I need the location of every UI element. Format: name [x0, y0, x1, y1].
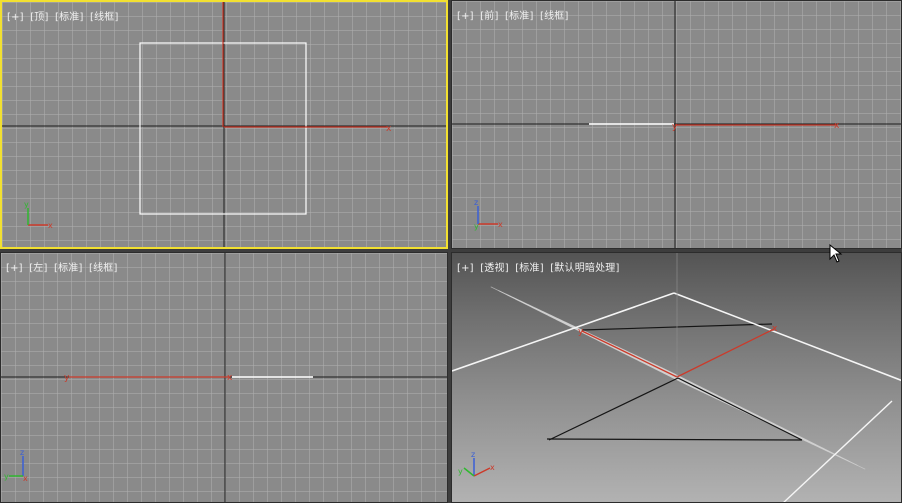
viewport-top[interactable]: [+] [顶] [标准] [线框] x x y: [0, 0, 448, 249]
svg-text:z: z: [471, 450, 475, 459]
viewport-perspective-canvas: x y z x y: [452, 253, 901, 502]
gizmo-y-label: y: [64, 373, 70, 383]
transform-gizmo-x-axis: [676, 328, 775, 378]
viewport-front[interactable]: [+] [前] [标准] [线框] y x x z y: [451, 0, 902, 249]
gizmo-x-label: x: [834, 121, 840, 131]
axis-tripod-icon: z x y: [458, 450, 495, 477]
gizmo-y-label: y: [578, 327, 584, 337]
transform-gizmo-y-axis: [581, 330, 678, 378]
viewport-front-canvas: y x x z y: [452, 1, 901, 248]
svg-text:z: z: [474, 198, 478, 207]
gizmo-x-label: x: [772, 324, 778, 334]
gizmo-x-label: x: [386, 124, 392, 134]
svg-text:x: x: [498, 220, 503, 229]
svg-text:x: x: [48, 221, 53, 230]
viewport-left[interactable]: [+] [左] [标准] [线框] y x z y x: [0, 252, 448, 503]
world-axis-diagonal-a: [548, 377, 679, 441]
axis-tripod-icon: x y: [24, 200, 53, 230]
svg-text:y: y: [458, 467, 463, 476]
viewport-perspective[interactable]: [+] [透视] [标准] [默认明暗处理] x y z x y: [451, 252, 902, 503]
svg-text:y: y: [474, 222, 479, 231]
viewport-left-canvas: y x z y x: [1, 253, 447, 502]
svg-text:x: x: [23, 474, 28, 483]
gizmo-y-label: y: [672, 122, 678, 132]
svg-text:x: x: [490, 463, 495, 472]
svg-text:y: y: [24, 200, 29, 209]
svg-text:z: z: [20, 448, 24, 457]
grid-boundary-bottom-right: [783, 400, 893, 502]
viewport-top-canvas: x x y: [2, 2, 446, 247]
svg-text:y: y: [4, 472, 9, 481]
grid-boundary-right: [673, 292, 901, 382]
gizmo-x-label: x: [227, 373, 233, 383]
axis-tripod-icon: z y x: [4, 448, 28, 483]
world-axis-x: [546, 438, 803, 441]
world-axis-diagonal-b: [677, 377, 803, 441]
mouse-cursor-icon: [829, 244, 843, 263]
axis-tripod-icon: x z y: [474, 198, 503, 231]
